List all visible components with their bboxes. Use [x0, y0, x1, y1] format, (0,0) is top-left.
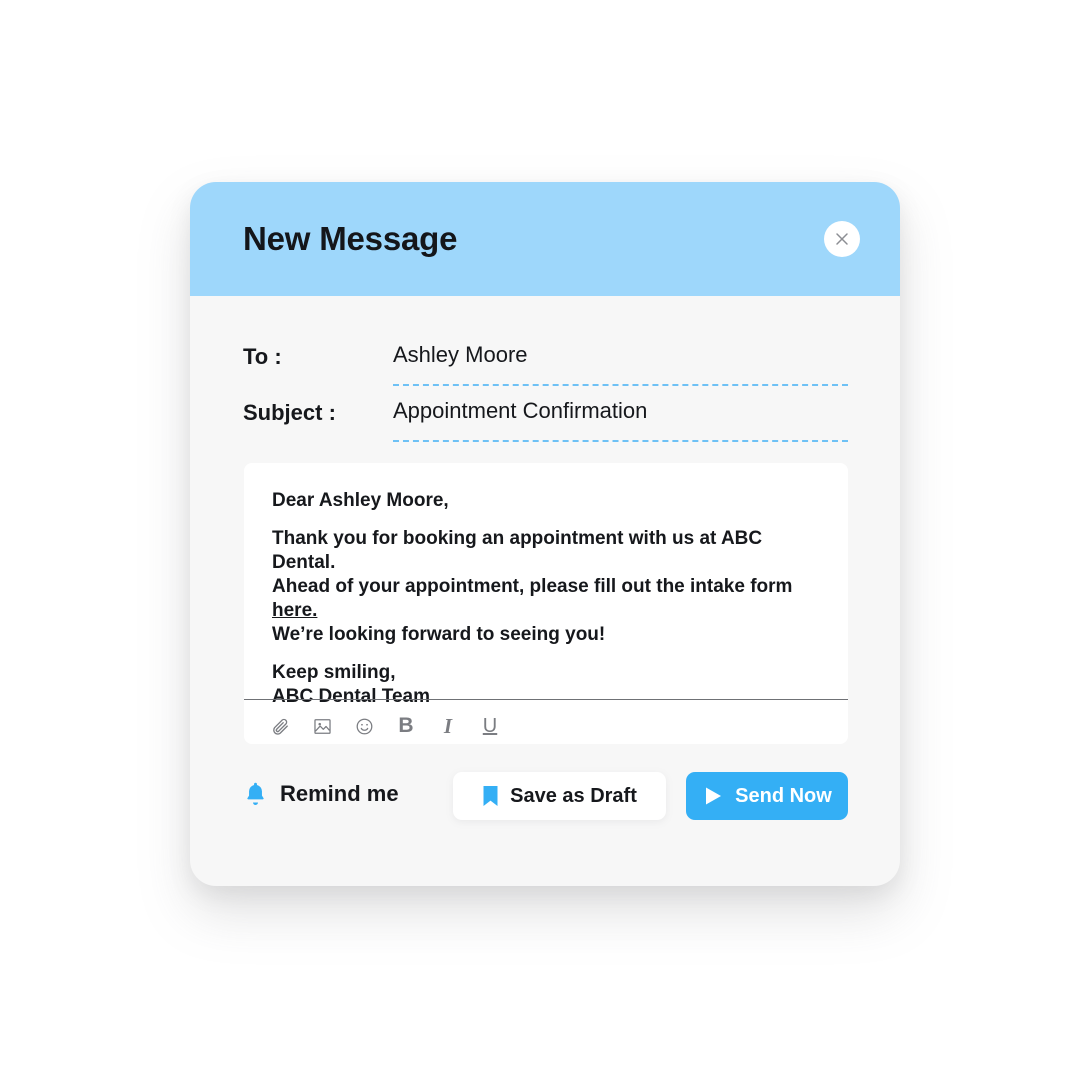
- page-title: New Message: [243, 220, 458, 257]
- send-now-label: Send Now: [735, 784, 832, 807]
- subject-underline: [393, 440, 848, 442]
- save-as-draft-label: Save as Draft: [510, 784, 637, 807]
- screen: New Message To : Ashley Moore Subject : …: [0, 0, 1080, 1080]
- body-signoff: Keep smiling,: [272, 662, 396, 683]
- to-label: To :: [243, 344, 282, 369]
- close-button[interactable]: [824, 221, 860, 257]
- message-body[interactable]: Dear Ashley Moore, Thank you for booking…: [272, 489, 828, 709]
- bold-button[interactable]: B: [393, 711, 419, 741]
- compose-message-card: New Message To : Ashley Moore Subject : …: [190, 182, 900, 886]
- body-line-1: Thank you for booking an appointment wit…: [272, 528, 763, 573]
- message-editor-panel: Dear Ashley Moore, Thank you for booking…: [244, 463, 848, 744]
- bell-icon: [243, 780, 268, 808]
- image-button[interactable]: [309, 711, 335, 741]
- save-as-draft-button[interactable]: Save as Draft: [453, 772, 666, 820]
- play-icon: [702, 785, 724, 807]
- card-header: New Message: [190, 182, 900, 296]
- body-signature: ABC Dental Team: [272, 686, 431, 707]
- to-underline: [393, 384, 848, 386]
- body-line-2-text: Ahead of your appointment, please fill o…: [272, 576, 793, 597]
- attachment-icon: [271, 717, 290, 736]
- field-row-subject: Subject : Appointment Confirmation: [190, 394, 900, 450]
- attachment-button[interactable]: [267, 711, 293, 741]
- italic-button[interactable]: I: [435, 711, 461, 741]
- subject-input[interactable]: Appointment Confirmation: [393, 398, 647, 424]
- emoji-icon: [355, 717, 374, 736]
- field-row-to: To : Ashley Moore: [190, 338, 900, 394]
- card-footer: Remind me Save as Draft Send Now: [190, 772, 900, 842]
- toolbar-divider: [244, 699, 848, 700]
- image-icon: [313, 717, 332, 736]
- formatting-toolbar: B I U: [267, 709, 503, 743]
- send-now-button[interactable]: Send Now: [686, 772, 848, 820]
- body-line-2: Ahead of your appointment, please fill o…: [272, 575, 828, 623]
- to-input[interactable]: Ashley Moore: [393, 342, 528, 368]
- close-icon: [834, 231, 850, 247]
- body-greeting: Dear Ashley Moore,: [272, 490, 449, 511]
- subject-label: Subject :: [243, 400, 336, 425]
- emoji-button[interactable]: [351, 711, 377, 741]
- underline-button[interactable]: U: [477, 711, 503, 741]
- intake-form-link[interactable]: here.: [272, 600, 317, 621]
- remind-me-label: Remind me: [280, 781, 399, 806]
- body-line-3: We’re looking forward to seeing you!: [272, 624, 606, 645]
- remind-me-button[interactable]: Remind me: [243, 780, 399, 808]
- bookmark-icon: [482, 785, 499, 807]
